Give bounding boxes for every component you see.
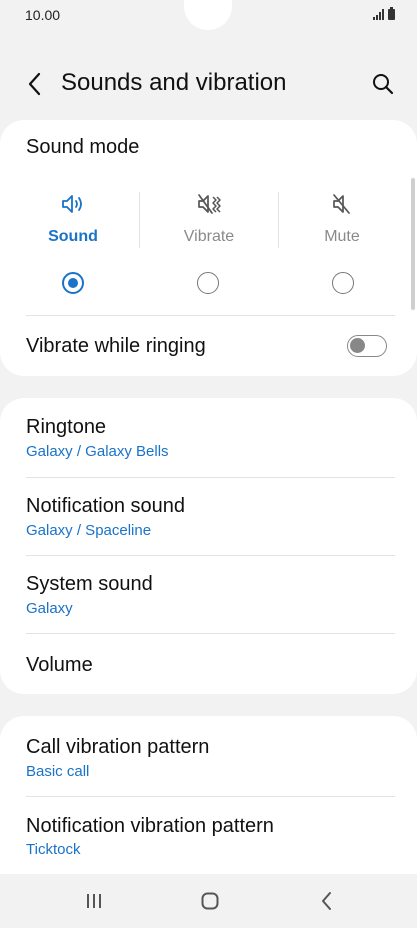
vibrate-while-ringing-toggle[interactable]	[347, 335, 387, 357]
vibrate-while-ringing-label: Vibrate while ringing	[26, 335, 206, 357]
recent-apps-icon	[87, 894, 101, 908]
back-nav-icon	[322, 892, 331, 910]
sound-mode-option-vibrate[interactable]: Vibrate	[140, 190, 278, 248]
sound-mode-option-mute[interactable]: Mute	[273, 190, 411, 248]
page-title: Sounds and vibration	[61, 69, 287, 96]
speaker-icon	[4, 190, 142, 218]
battery-icon	[388, 7, 395, 20]
mute-radio[interactable]	[332, 272, 354, 294]
notification-vibration-pattern-title: Notification vibration pattern	[26, 815, 274, 837]
back-nav-button[interactable]	[312, 888, 342, 914]
status-icons	[373, 7, 395, 20]
status-time: 10.00	[25, 7, 61, 23]
sound-settings-card: Ringtone Galaxy / Galaxy Bells Notificat…	[0, 398, 417, 694]
system-sound-title: System sound	[26, 573, 153, 595]
notification-sound-title: Notification sound	[26, 495, 185, 517]
scrollbar[interactable]	[411, 178, 415, 310]
system-sound-value: Galaxy	[26, 600, 73, 617]
signal-icon	[373, 8, 384, 20]
notification-sound-value: Galaxy / Spaceline	[26, 522, 152, 539]
call-vibration-pattern-title: Call vibration pattern	[26, 736, 210, 758]
vibrate-icon	[140, 190, 278, 218]
recent-apps-button[interactable]	[79, 888, 109, 914]
sound-mode-option-sound[interactable]: Sound	[4, 190, 142, 248]
ringtone-value: Galaxy / Galaxy Bells	[26, 443, 169, 460]
back-button[interactable]	[20, 70, 48, 98]
sound-radio[interactable]	[62, 272, 84, 294]
navigation-bar	[0, 874, 417, 928]
search-button[interactable]	[369, 70, 397, 98]
volume-title: Volume	[26, 654, 93, 676]
call-vibration-pattern-value: Basic call	[26, 763, 90, 780]
home-button[interactable]	[195, 888, 225, 914]
search-icon	[373, 74, 394, 95]
camera-notch	[184, 0, 232, 30]
back-arrow-icon	[28, 72, 41, 96]
status-bar: 10.00	[0, 0, 417, 30]
sound-mode-option-label: Sound	[48, 228, 98, 245]
home-icon	[201, 892, 219, 910]
ringtone-title: Ringtone	[26, 416, 107, 438]
vibration-settings-card: Call vibration pattern Basic call Notifi…	[0, 716, 417, 874]
notification-vibration-pattern-value: Ticktock	[26, 841, 81, 858]
vibrate-radio[interactable]	[197, 272, 219, 294]
app-header: Sounds and vibration	[0, 58, 417, 110]
mute-icon	[273, 190, 411, 218]
sound-mode-option-label: Mute	[324, 228, 360, 245]
sound-mode-label: Sound mode	[26, 136, 140, 158]
sound-mode-option-label: Vibrate	[183, 228, 235, 245]
sound-mode-card: Sound mode Sound Vibrate Mute Vibrate wh…	[0, 120, 417, 376]
